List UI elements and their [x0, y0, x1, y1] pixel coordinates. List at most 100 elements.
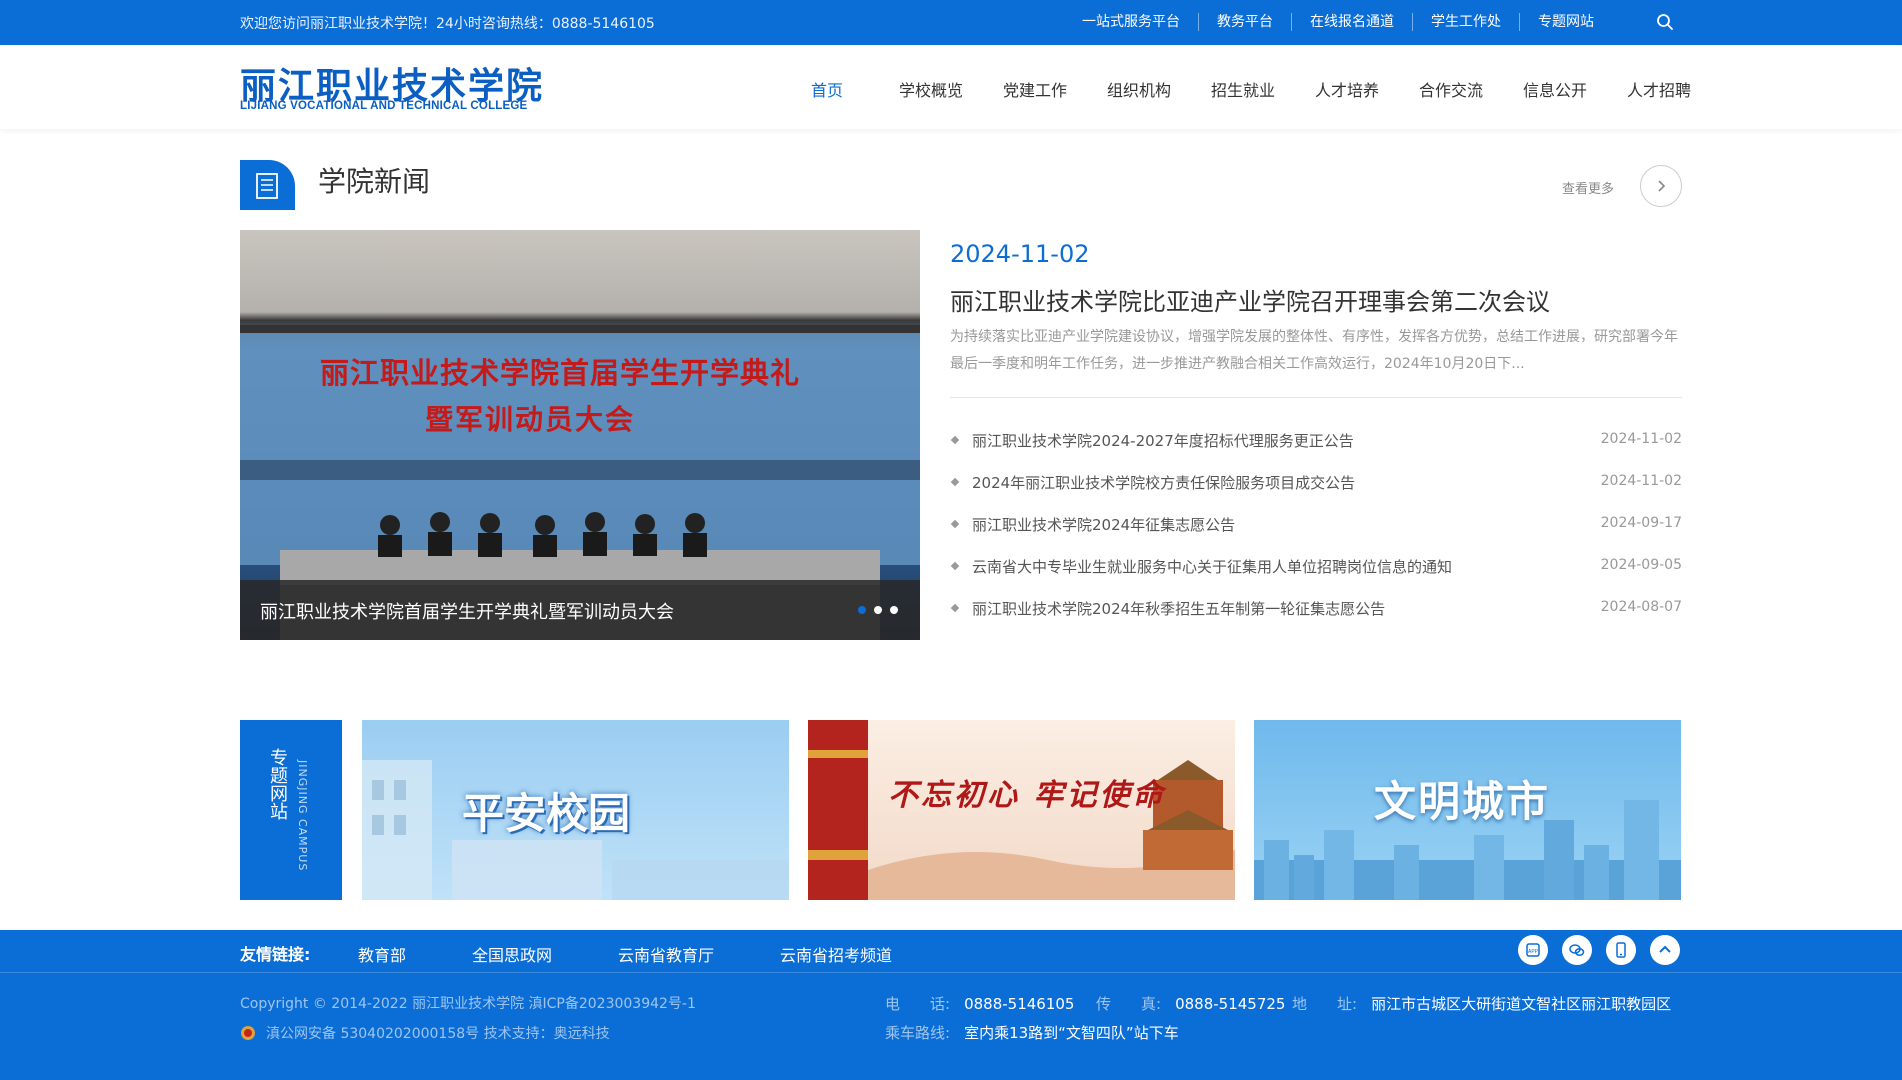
friend-links-label: 友情链接: — [240, 945, 311, 964]
list-item[interactable]: 丽江职业技术学院2024年秋季招生五年制第一轮征集志愿公告 2024-08-07 — [950, 596, 1682, 638]
top-link-academic[interactable]: 教务平台 — [1199, 13, 1292, 31]
contact-fax-value: 0888-5145725 — [1175, 995, 1286, 1013]
list-item[interactable]: 丽江职业技术学院2024-2027年度招标代理服务更正公告 2024-11-02 — [950, 428, 1682, 470]
news-section-icon — [240, 160, 295, 210]
special-sites-subtitle: JINGJING CAMPUS — [296, 760, 309, 872]
news-item-title[interactable]: 丽江职业技术学院2024-2027年度招标代理服务更正公告 — [972, 430, 1354, 451]
police-badge-icon — [241, 1026, 255, 1040]
featured-summary: 为持续落实比亚迪产业学院建设协议，增强学院发展的整体性、有序性，发挥各方优势，总… — [950, 329, 1678, 372]
top-bar: 欢迎您访问丽江职业技术学院！24小时咨询热线：0888-5146105 一站式服… — [0, 0, 1902, 45]
contact-bus-value: 室内乘13路到“文智四队”站下车 — [964, 1024, 1179, 1042]
top-link-special-sites[interactable]: 专题网站 — [1520, 13, 1612, 31]
diamond-bullet-icon — [950, 561, 960, 571]
slide-banner-line2: 暨军训动员大会 — [425, 403, 636, 436]
diamond-bullet-icon — [950, 519, 960, 529]
top-link-enroll[interactable]: 在线报名通道 — [1292, 13, 1413, 31]
slider-dot-2[interactable] — [874, 606, 882, 614]
wechat-icon[interactable] — [1562, 935, 1592, 965]
news-item-title[interactable]: 2024年丽江职业技术学院校方责任保险服务项目成交公告 — [972, 472, 1355, 493]
contact-bus-label: 乘车路线: — [885, 1024, 951, 1042]
nav-party[interactable]: 党建工作 — [983, 77, 1087, 101]
news-item-title[interactable]: 丽江职业技术学院2024年秋季招生五年制第一轮征集志愿公告 — [972, 598, 1385, 619]
header: 丽江职业技术学院 LIJIANG VOCATIONAL AND TECHNICA… — [0, 45, 1902, 129]
special-sites-title: 专题网站 — [267, 748, 288, 820]
footer: Copyright © 2014-2022 丽江职业技术学院 滇ICP备2023… — [0, 972, 1902, 1080]
police-record-text: 滇公网安备 53040202000158号 技术支持：奥远科技 — [266, 1026, 610, 1042]
friend-link-sizheng[interactable]: 全国思政网 — [472, 942, 552, 966]
contact-address-label: 地 址: — [1292, 995, 1358, 1013]
more-button[interactable] — [1640, 165, 1682, 207]
featured-title[interactable]: 丽江职业技术学院比亚迪产业学院召开理事会第二次会议 — [950, 282, 1550, 317]
news-item-date: 2024-09-05 — [1600, 557, 1682, 573]
logo-subtitle: LIJIANG VOCATIONAL AND TECHNICAL COLLEGE — [240, 100, 528, 112]
friend-link-yunnan-edu[interactable]: 云南省教育厅 — [618, 942, 714, 966]
footer-icon-group: APP — [1518, 935, 1680, 965]
copyright-text: Copyright © 2014-2022 丽江职业技术学院 滇ICP备2023… — [240, 996, 696, 1012]
list-item[interactable]: 2024年丽江职业技术学院校方责任保险服务项目成交公告 2024-11-02 — [950, 470, 1682, 512]
news-item-date: 2024-11-02 — [1600, 473, 1682, 489]
nav-admission[interactable]: 招生就业 — [1191, 77, 1295, 101]
slide-banner-line1: 丽江职业技术学院首届学生开学典礼 — [320, 356, 801, 390]
list-item[interactable]: 云南省大中专毕业生就业服务中心关于征集用人单位招聘岗位信息的通知 2024-09… — [950, 554, 1682, 596]
app-icon[interactable]: APP — [1518, 935, 1548, 965]
featured-date: 2024-11-02 — [950, 240, 1090, 268]
top-link-student-affairs[interactable]: 学生工作处 — [1413, 13, 1520, 31]
search-icon[interactable] — [1656, 13, 1674, 31]
nav-info[interactable]: 信息公开 — [1503, 77, 1607, 101]
welcome-text: 欢迎您访问丽江职业技术学院！24小时咨询热线：0888-5146105 — [240, 16, 655, 32]
list-item[interactable]: 丽江职业技术学院2024年征集志愿公告 2024-09-17 — [950, 512, 1682, 554]
news-item-date: 2024-09-17 — [1600, 515, 1682, 531]
nav-recruit[interactable]: 人才招聘 — [1607, 77, 1711, 101]
news-item-date: 2024-08-07 — [1600, 599, 1682, 615]
contact-fax: 传 真: 0888-5145725 — [1096, 993, 1285, 1014]
slider-dots — [858, 606, 898, 614]
special-card-title: 不忘初心 牢记使命 — [888, 778, 1166, 813]
diamond-bullet-icon — [950, 477, 960, 487]
newspaper-icon — [256, 173, 278, 199]
contact-tel: 电 话: 0888-5146105 — [885, 993, 1074, 1014]
special-card-original-mission[interactable]: 不忘初心 牢记使命 — [808, 720, 1235, 900]
news-slider[interactable]: 丽江职业技术学院首届学生开学典礼 暨军训动员大会 丽江职业技术学院首届学生开学典… — [240, 230, 920, 640]
slider-dot-1[interactable] — [858, 606, 866, 614]
mobile-icon[interactable] — [1606, 935, 1636, 965]
news-item-title[interactable]: 丽江职业技术学院2024年征集志愿公告 — [972, 514, 1235, 535]
friend-links: 教育部 全国思政网 云南省教育厅 云南省招考频道 — [358, 942, 958, 966]
nav-home[interactable]: 首页 — [775, 77, 879, 101]
contact-bus: 乘车路线: 室内乘13路到“文智四队”站下车 — [885, 1022, 1179, 1043]
nav-talent[interactable]: 人才培养 — [1295, 77, 1399, 101]
more-link[interactable]: 查看更多 — [1562, 178, 1614, 197]
news-section-title: 学院新闻 — [318, 165, 431, 198]
diamond-bullet-icon — [950, 603, 960, 613]
slide-caption-bar: 丽江职业技术学院首届学生开学典礼暨军训动员大会 — [240, 580, 920, 640]
friend-link-moe[interactable]: 教育部 — [358, 942, 406, 966]
contact-tel-value: 0888-5146105 — [964, 995, 1075, 1013]
news-item-date: 2024-11-02 — [1600, 431, 1682, 447]
back-to-top-icon[interactable] — [1650, 935, 1680, 965]
contact-address: 地 址: 丽江市古城区大研街道文智社区丽江职教园区 — [1292, 993, 1671, 1014]
diamond-bullet-icon — [950, 435, 960, 445]
nav-cooperation[interactable]: 合作交流 — [1399, 77, 1503, 101]
slide-caption[interactable]: 丽江职业技术学院首届学生开学典礼暨军训动员大会 — [260, 598, 674, 624]
chevron-right-icon — [1658, 180, 1666, 192]
top-link-one-stop[interactable]: 一站式服务平台 — [1064, 13, 1199, 31]
special-card-safe-campus[interactable]: 平安校园 — [362, 720, 789, 900]
special-card-title: 文明城市 — [1374, 777, 1551, 826]
police-record: 滇公网安备 53040202000158号 技术支持：奥远科技 — [240, 1023, 610, 1043]
news-list: 丽江职业技术学院2024-2027年度招标代理服务更正公告 2024-11-02… — [950, 428, 1682, 638]
nav-overview[interactable]: 学校概览 — [879, 77, 983, 101]
top-links: 一站式服务平台 教务平台 在线报名通道 学生工作处 专题网站 — [1064, 13, 1612, 31]
special-card-civilized-city[interactable]: 文明城市 — [1254, 720, 1681, 900]
friend-link-yunnan-exam[interactable]: 云南省招考频道 — [780, 942, 892, 966]
contact-fax-label: 传 真: — [1096, 995, 1162, 1013]
news-item-title[interactable]: 云南省大中专毕业生就业服务中心关于征集用人单位招聘岗位信息的通知 — [972, 556, 1452, 577]
svg-text:APP: APP — [1528, 949, 1539, 955]
contact-tel-label: 电 话: — [885, 995, 951, 1013]
friend-links-bar: 友情链接: 教育部 全国思政网 云南省教育厅 云南省招考频道 APP — [0, 930, 1902, 972]
divider — [950, 397, 1682, 398]
main-nav: 首页 学校概览 党建工作 组织机构 招生就业 人才培养 合作交流 信息公开 人才… — [775, 77, 1711, 101]
nav-organization[interactable]: 组织机构 — [1087, 77, 1191, 101]
contact-address-value: 丽江市古城区大研街道文智社区丽江职教园区 — [1371, 995, 1672, 1013]
slider-dot-3[interactable] — [890, 606, 898, 614]
special-card-title: 平安校园 — [462, 789, 631, 838]
special-sites-label: 专题网站 JINGJING CAMPUS — [240, 720, 342, 900]
